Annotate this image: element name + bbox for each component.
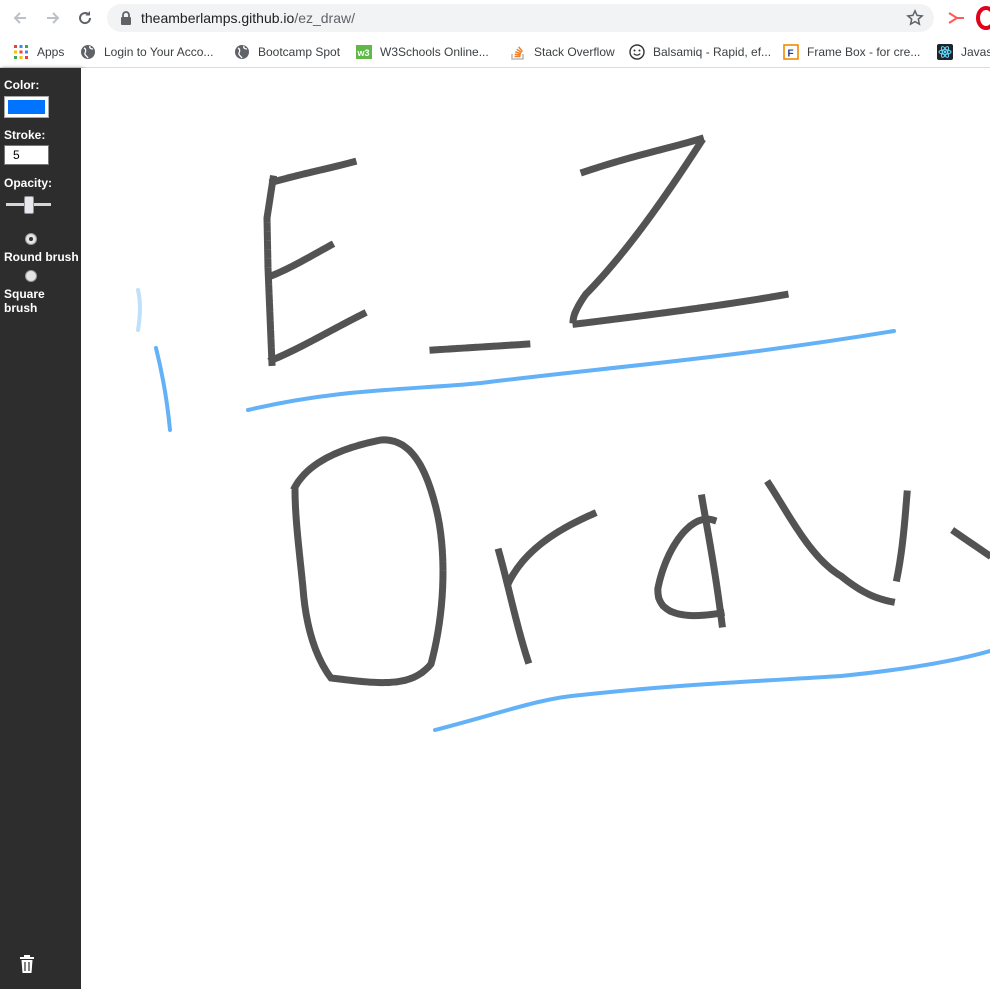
bookmark-javascript[interactable]: Javasc (937, 41, 990, 63)
stroke-label: Stroke: (4, 128, 46, 142)
drawing-canvas[interactable] (81, 68, 990, 989)
stroke-input[interactable]: 5 (4, 145, 49, 165)
blue-stroke-vertical (154, 346, 172, 432)
svg-text:w3: w3 (357, 48, 370, 58)
canvas-drawing (136, 133, 990, 732)
color-swatch-fill (8, 100, 45, 114)
round-brush-radio[interactable] (25, 233, 37, 245)
reload-button[interactable] (73, 6, 97, 30)
letter-e-spine (263, 175, 277, 368)
bookmark-label: Apps (37, 45, 65, 59)
address-bar[interactable]: theamberlamps.github.io/ez_draw/ (107, 4, 934, 32)
reload-icon (79, 11, 92, 25)
smiley-icon (629, 44, 645, 60)
round-brush-label: Round brush (4, 250, 79, 264)
bookmark-login[interactable]: Login to Your Acco... (80, 41, 213, 63)
bookmark-apps[interactable]: Apps (13, 41, 64, 63)
letter-d-loop (290, 436, 447, 687)
underscore-one (429, 340, 533, 354)
letter-z-bottom (572, 289, 794, 328)
letter-w-tail (950, 527, 990, 561)
bookmark-label: Javasc (961, 45, 990, 59)
opacity-label: Opacity: (4, 176, 53, 190)
bookmark-label: W3Schools Online... (380, 45, 489, 59)
blue-stroke-faint (136, 288, 142, 332)
tool-sidebar: Color: Stroke: 5 Opacity: Round brush Sq… (0, 68, 81, 989)
bookmark-label: Bootcamp Spot (258, 45, 341, 59)
bookmarks-bar: Apps Login to Your Acco... Bootcamp Spot… (0, 36, 990, 68)
blue-underline-bottom (433, 649, 990, 732)
extension-icon[interactable] (946, 8, 966, 28)
letter-e-middle (266, 239, 338, 281)
letter-w-right (892, 490, 911, 583)
bookmark-star-icon[interactable] (906, 9, 924, 27)
bookmark-label: Balsamiq - Rapid, ef... (653, 45, 772, 59)
opera-extension-icon[interactable] (974, 6, 990, 30)
bookmark-label: Stack Overflow (534, 45, 615, 59)
trash-icon[interactable] (18, 954, 36, 974)
letter-r-arm (504, 509, 598, 587)
bookmark-label: Login to Your Acco... (104, 45, 214, 59)
react-icon (937, 44, 953, 60)
framebox-icon: F (783, 44, 799, 60)
bookmark-label: Frame Box - for cre... (807, 45, 921, 59)
bookmark-w3schools[interactable]: w3 W3Schools Online... (356, 41, 489, 63)
color-picker[interactable] (4, 96, 49, 118)
w3schools-icon: w3 (356, 45, 372, 59)
letter-e-bottom (267, 309, 368, 365)
bookmark-bootcamp-spot[interactable]: Bootcamp Spot (234, 41, 340, 63)
color-label: Color: (4, 78, 40, 92)
opacity-slider[interactable] (6, 195, 51, 215)
blue-underline-top (246, 329, 896, 412)
square-brush-radio[interactable] (25, 270, 37, 282)
slider-thumb[interactable] (23, 196, 34, 214)
svg-text:F: F (788, 49, 794, 60)
apps-grid-icon (14, 45, 28, 59)
globe-icon (81, 45, 95, 59)
bookmark-frame-box[interactable]: F Frame Box - for cre... (783, 41, 920, 63)
url-path: /ez_draw/ (294, 10, 356, 26)
forward-button[interactable] (41, 6, 65, 30)
bookmark-balsamiq[interactable]: Balsamiq - Rapid, ef... (629, 41, 771, 63)
stackoverflow-icon (511, 46, 524, 60)
url-text: theamberlamps.github.io/ez_draw/ (141, 10, 355, 26)
bookmark-stack-overflow[interactable]: Stack Overflow (510, 41, 615, 63)
globe-icon (235, 45, 249, 59)
back-arrow-icon (13, 12, 26, 24)
square-brush-label: Square brush (4, 287, 45, 315)
browser-toolbar: theamberlamps.github.io/ez_draw/ (0, 0, 990, 36)
url-host: theamberlamps.github.io (141, 10, 295, 26)
letter-e-top (268, 157, 358, 187)
back-button[interactable] (8, 6, 32, 30)
lock-icon (121, 11, 131, 25)
letter-w-left (764, 479, 898, 607)
forward-arrow-icon (47, 12, 60, 24)
